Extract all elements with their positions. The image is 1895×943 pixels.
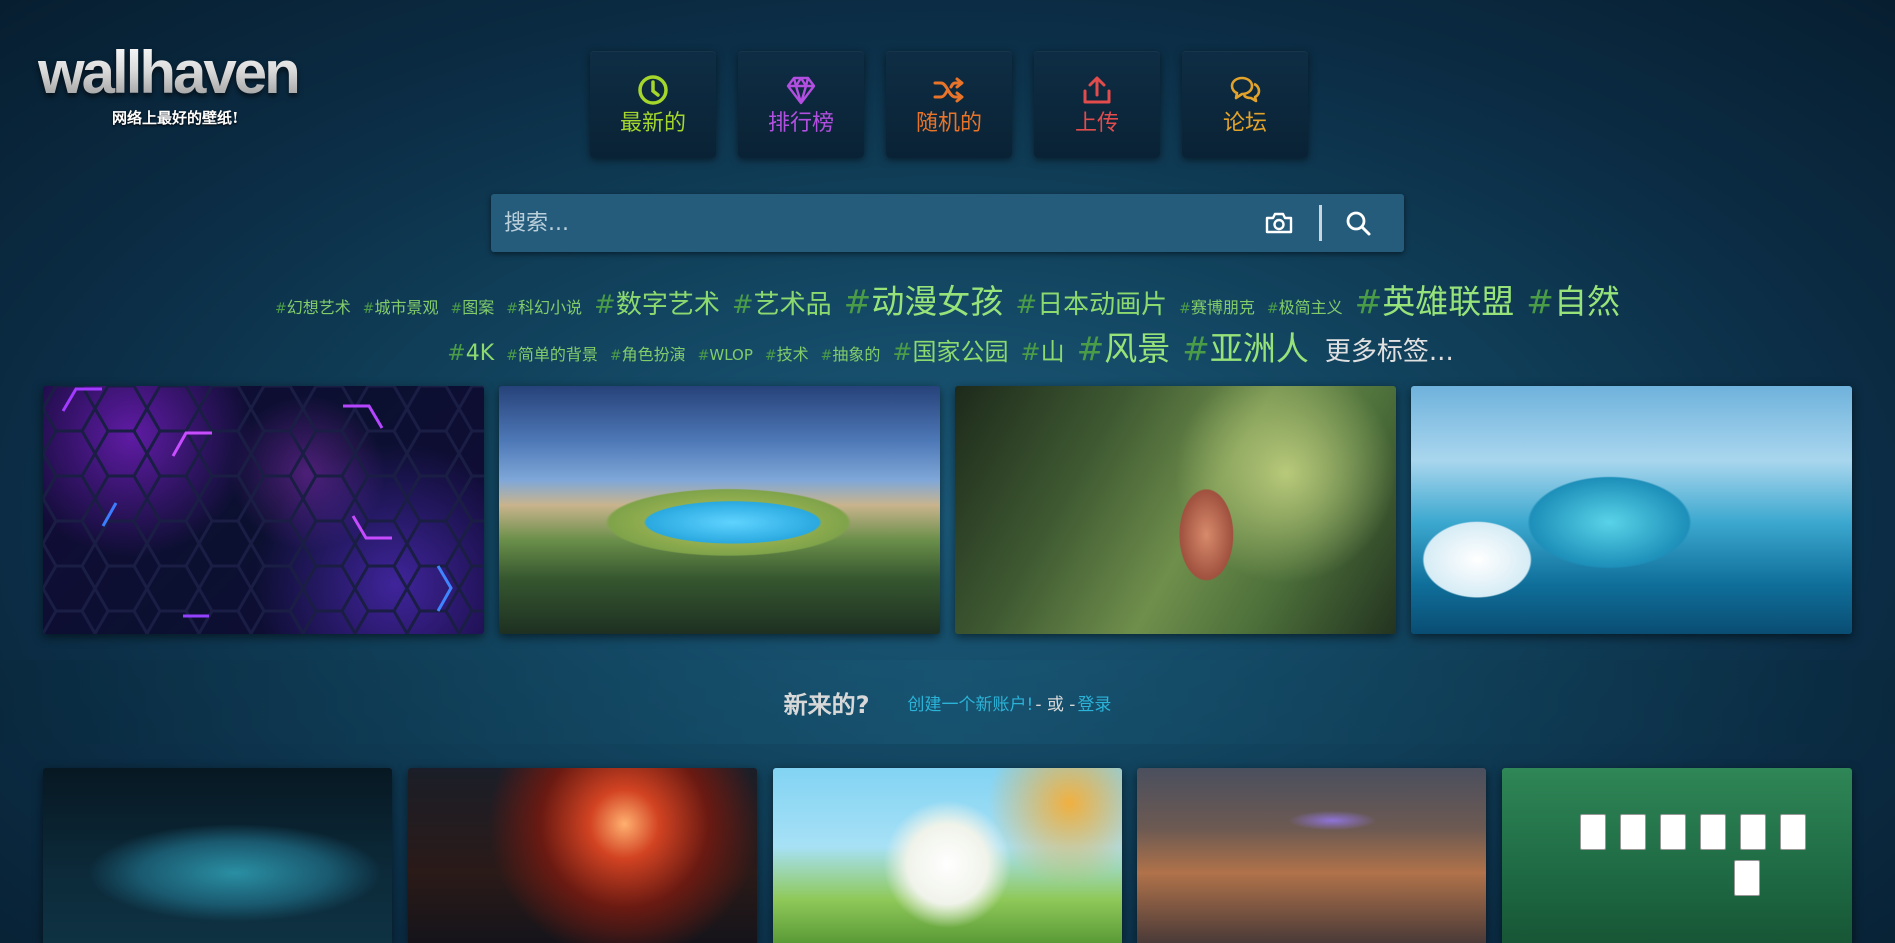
join-banner: 新来的? 创建一个新账户! - 或 - 登录 <box>0 660 1895 744</box>
nav-latest[interactable]: 最新的 <box>590 51 716 158</box>
tag-cloud-row-1: #幻想艺术 #城市景观 #图案 #科幻小说 #数字艺术 #艺术品 #动漫女孩 #… <box>0 275 1895 323</box>
hexagon-pattern <box>43 386 484 634</box>
featured-wallpaper-thumb[interactable] <box>43 386 484 634</box>
tag-link[interactable]: #国家公园 <box>892 332 1008 367</box>
upload-icon <box>1083 76 1111 103</box>
tag-link[interactable]: #图案 <box>451 294 495 318</box>
tag-link[interactable]: #极简主义 <box>1267 294 1343 318</box>
camera-icon[interactable] <box>1257 203 1301 243</box>
diamond-icon <box>786 76 816 104</box>
tag-link[interactable]: #英雄联盟 <box>1355 275 1515 323</box>
featured-wallpaper-thumb[interactable] <box>499 386 940 634</box>
tag-link[interactable]: #4K <box>447 341 494 366</box>
tag-link[interactable]: #WLOP <box>698 346 753 364</box>
featured-wallpaper-thumb[interactable] <box>955 386 1396 634</box>
latest-wallpaper-thumb[interactable] <box>773 768 1122 943</box>
nav-random[interactable]: 随机的 <box>886 51 1012 158</box>
tag-link[interactable]: #风景 <box>1077 322 1171 370</box>
nav-toplist[interactable]: 排行榜 <box>738 51 864 158</box>
tag-link[interactable]: #艺术品 <box>732 284 832 321</box>
more-tags-link[interactable]: 更多标签... <box>1325 331 1454 368</box>
latest-wallpaper-thumb[interactable] <box>43 768 392 943</box>
nav-upload-label: 上传 <box>1074 110 1119 136</box>
chat-icon <box>1230 76 1261 102</box>
clock-icon <box>638 74 668 105</box>
tag-link[interactable]: #角色扮演 <box>610 341 686 365</box>
nav-forums-label: 论坛 <box>1222 110 1267 136</box>
logo-title: wallhaven <box>38 40 338 106</box>
tag-link[interactable]: #山 <box>1021 332 1065 367</box>
tag-link[interactable]: #科幻小说 <box>506 294 582 318</box>
search-divider <box>1319 205 1322 241</box>
or-separator: - 或 - <box>1035 694 1076 715</box>
join-question: 新来的? <box>783 690 870 719</box>
latest-wallpaper-thumb[interactable] <box>408 768 757 943</box>
tag-link[interactable]: #日本动画片 <box>1015 284 1167 321</box>
tag-link[interactable]: #自然 <box>1526 275 1620 323</box>
nav-random-label: 随机的 <box>915 110 982 136</box>
latest-wallpaper-thumb[interactable] <box>1137 768 1486 943</box>
main-nav: 最新的 排行榜 随机的 上传 论坛 <box>590 51 1308 158</box>
shuffle-icon <box>933 77 964 102</box>
nav-upload[interactable]: 上传 <box>1034 51 1160 158</box>
tag-link[interactable]: #动漫女孩 <box>844 275 1004 323</box>
logo-tagline: 网络上最好的壁纸! <box>112 109 239 127</box>
tag-link[interactable]: #幻想艺术 <box>275 294 351 318</box>
search-icon[interactable] <box>1336 203 1380 243</box>
nav-latest-label: 最新的 <box>619 110 686 136</box>
tag-link[interactable]: #技术 <box>765 341 809 365</box>
featured-wallpaper-thumb[interactable] <box>1411 386 1852 634</box>
latest-wallpaper-thumb[interactable] <box>1502 768 1852 943</box>
tag-link[interactable]: #亚洲人 <box>1182 322 1309 370</box>
site-logo[interactable]: wallhaven 网络上最好的壁纸! <box>38 40 338 130</box>
create-account-link[interactable]: 创建一个新账户! <box>908 690 1034 715</box>
tag-link[interactable]: #城市景观 <box>363 294 439 318</box>
tag-cloud-row-2: #4K #简单的背景 #角色扮演 #WLOP #技术 #抽象的 #国家公园 #山… <box>0 322 1895 370</box>
search-bar <box>491 194 1404 252</box>
search-input[interactable] <box>491 194 1257 252</box>
tag-link[interactable]: #数字艺术 <box>594 284 720 321</box>
tag-link[interactable]: #抽象的 <box>821 341 881 365</box>
nav-toplist-label: 排行榜 <box>767 110 834 136</box>
nav-forums[interactable]: 论坛 <box>1182 51 1308 158</box>
tag-link[interactable]: #赛博朋克 <box>1179 294 1255 318</box>
tag-link[interactable]: #简单的背景 <box>506 341 598 365</box>
login-link[interactable]: 登录 <box>1077 690 1111 715</box>
